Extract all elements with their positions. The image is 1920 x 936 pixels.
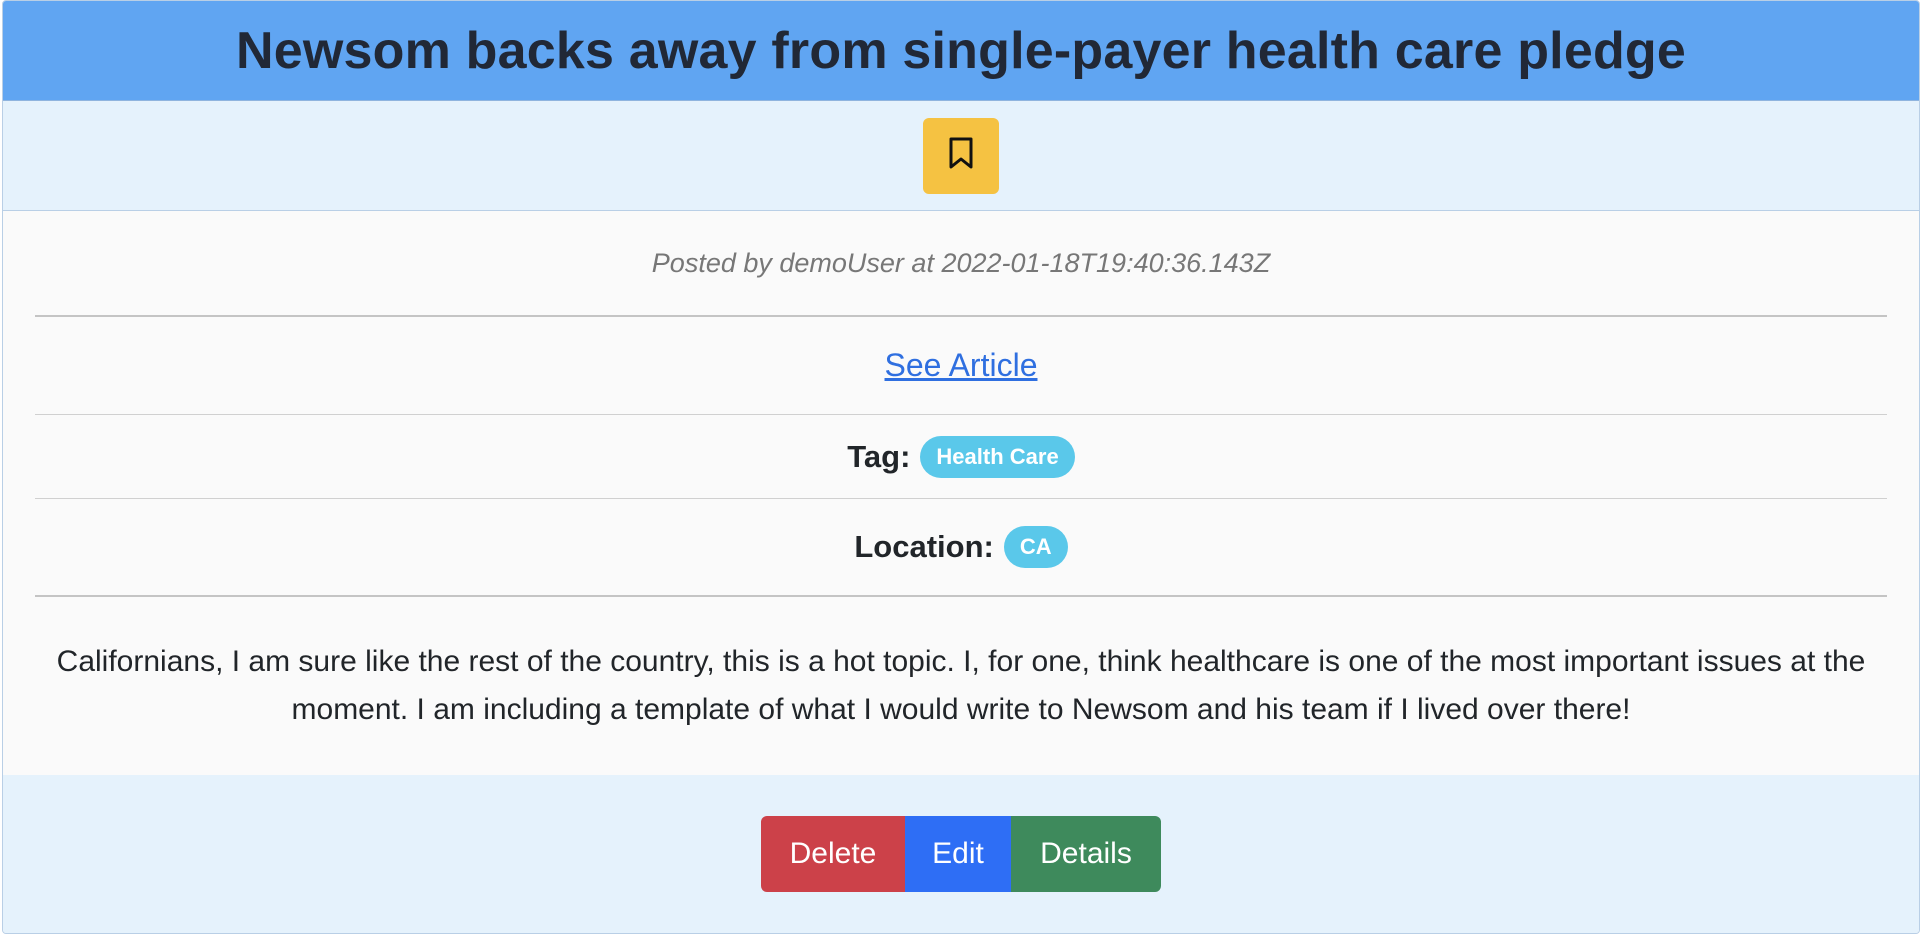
article-link-row: See Article [35, 317, 1887, 415]
post-meta: Posted by demoUser at 2022-01-18T19:40:3… [35, 211, 1887, 317]
location-label: Location: [854, 529, 994, 564]
delete-button[interactable]: Delete [761, 816, 905, 892]
card-footer: Delete Edit Details [3, 775, 1919, 933]
location-badge: CA [1003, 526, 1068, 568]
bookmark-icon [946, 136, 976, 175]
see-article-link[interactable]: See Article [885, 347, 1038, 384]
details-button[interactable]: Details [1011, 816, 1161, 892]
tag-badge: Health Care [920, 435, 1075, 478]
location-row: Location: CA [35, 499, 1887, 597]
post-description: Californians, I am sure like the rest of… [56, 645, 1866, 726]
action-button-group: Delete Edit Details [761, 816, 1161, 892]
post-card: Newsom backs away from single-payer heal… [2, 0, 1920, 934]
tag-label: Tag: [847, 438, 911, 474]
edit-button[interactable]: Edit [905, 816, 1011, 892]
bookmark-button[interactable] [923, 117, 999, 194]
card-header: Newsom backs away from single-payer heal… [3, 1, 1919, 101]
bookmark-bar [3, 101, 1919, 211]
tag-row: Tag: Health Care [35, 415, 1887, 499]
card-body: Posted by demoUser at 2022-01-18T19:40:3… [3, 211, 1919, 775]
post-title: Newsom backs away from single-payer heal… [235, 21, 1687, 80]
